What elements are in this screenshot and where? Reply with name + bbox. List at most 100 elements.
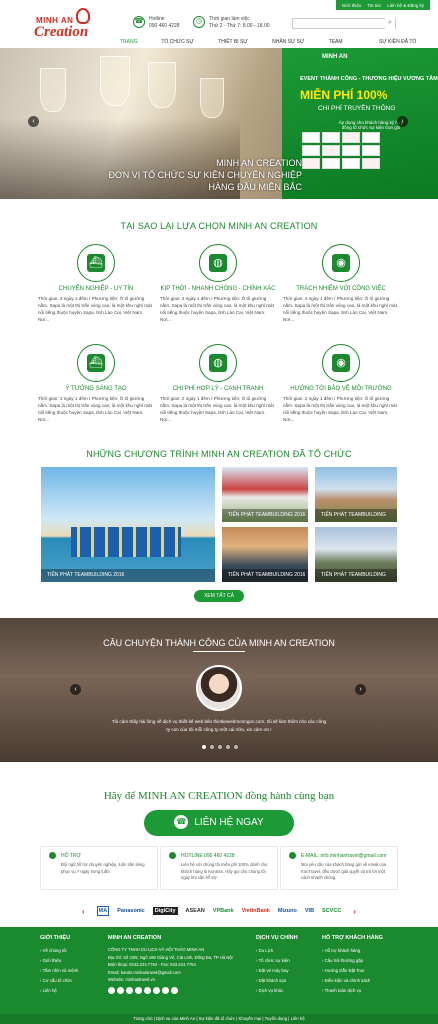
promo-offer: MIỄN PHÍ 100% <box>300 88 388 102</box>
program-label: TIẾN PHÁT TEAMBUILDING 2016 <box>222 509 308 522</box>
feature-desc: Thời gian: 2 ngày 1 đêm / Phương tiện: Ô… <box>283 396 397 422</box>
program-label: TIẾN PHÁT TEAMBUILDING 2016 <box>315 569 397 582</box>
footer-link[interactable]: Về chúng tôi <box>40 946 78 956</box>
company-phone: Điện thoại: 0243.224.7754 - Fax: 043.224… <box>108 962 196 967</box>
planet-icon: ◍ <box>199 244 237 282</box>
footer-link[interactable]: Đặt vé máy bay <box>256 966 298 976</box>
partner-logo: Mizuno <box>277 908 297 914</box>
linkedin-icon[interactable] <box>153 986 160 994</box>
media-logo <box>362 132 380 143</box>
footer-link[interactable]: Câu hỏi thường gặp <box>322 956 383 966</box>
feature-card: ⛴ CHUYÊN NGHIỆP - UY TÍN Thời gian: 2 ng… <box>38 244 154 323</box>
footer-link[interactable]: Cơ cấu tổ chức <box>40 976 78 986</box>
chevron-right-icon[interactable]: › <box>397 116 408 127</box>
footer-heading: HỖ TRỢ KHÁCH HÀNG <box>322 935 383 941</box>
top-link-contact[interactable]: Liên hệ & Đăng ký <box>387 3 424 8</box>
view-all-button[interactable]: XEM TẤT CẢ <box>194 590 244 602</box>
feature-card: ◉ HƯỚNG TỚI BẢO VỆ MÔI TRƯỜNG Thời gian:… <box>283 344 399 423</box>
footer-link[interactable]: Hướng Dẫn Đặt Tour <box>322 966 383 976</box>
chevron-right-icon[interactable]: › <box>353 907 356 916</box>
nav-teambuilding[interactable]: TEAM BUILDING <box>323 36 373 57</box>
chevron-left-icon[interactable]: ‹ <box>82 907 85 916</box>
feature-card: ◉ TRÁCH NHIỆM VỚI CÔNG VIỆC Thời gian: 2… <box>283 244 399 323</box>
support-desc: Liên hệ với chúng tôi miễn phí 100% dành… <box>181 862 268 880</box>
media-logo <box>362 158 380 169</box>
rss-icon[interactable] <box>162 986 169 994</box>
footer-link[interactable]: Hỗ trợ khách hàng <box>322 946 383 956</box>
partner-logo: MA <box>96 906 110 916</box>
hotline-label: Hotline <box>149 16 165 22</box>
program-label: TIẾN PHÁT TEAMBUILDING 2016 <box>41 569 215 582</box>
skype-icon[interactable] <box>171 986 178 994</box>
media-logo <box>362 145 380 156</box>
feature-desc: Thời gian: 2 ngày 1 đêm / Phương tiện: Ô… <box>160 396 274 422</box>
facebook-icon[interactable] <box>108 986 115 994</box>
site-logo[interactable]: MINH AN Creation <box>32 6 112 48</box>
chevron-left-icon[interactable]: ‹ <box>28 116 39 127</box>
slider-dot[interactable] <box>234 745 238 749</box>
nav-home[interactable]: TRANG CHỦ <box>114 36 155 57</box>
footer-link[interactable]: Thanh toán dịch vụ <box>322 986 383 996</box>
top-links: Giới thiệu Tin tức Liên hệ & Đăng ký <box>335 0 430 10</box>
contact-now-button[interactable]: ☎ LIÊN HỆ NGAY <box>144 810 294 836</box>
logo-text-bottom: Creation <box>34 24 89 40</box>
partner-logo: VIB <box>304 908 315 914</box>
program-image[interactable]: TIẾN PHÁT TEAMBUILDING 2016 <box>315 527 397 582</box>
footer-col-company: MINH AN CREATION CÔNG TY TNHH DU LỊCH VÀ… <box>108 935 248 994</box>
footer-link[interactable]: Liên hệ <box>40 986 78 996</box>
footer-bottom-links[interactable]: Trang chủ | Dịch vụ của Minh An | Sự kiệ… <box>0 1014 438 1024</box>
avatar <box>196 665 242 711</box>
feature-card: ⛴ Ý TƯỞNG SÁNG TẠO Thời gian: 2 ngày 1 đ… <box>38 344 154 423</box>
slider-dot[interactable] <box>210 745 214 749</box>
nav-past-events[interactable]: SỰ KIỆN ĐÃ TỔ CHỨC <box>373 36 438 57</box>
youtube-icon[interactable] <box>135 986 142 994</box>
top-link-news[interactable]: Tin tức <box>367 3 381 8</box>
program-image-large[interactable]: TIẾN PHÁT TEAMBUILDING 2016 <box>41 467 215 582</box>
ship-icon: ⛴ <box>77 244 115 282</box>
partner-logo: DigiCity <box>152 907 178 915</box>
search-icon[interactable]: ⌕ <box>385 18 395 29</box>
program-image[interactable]: TIẾN PHÁT TEAMBUILDING 2016 <box>315 467 397 522</box>
footer-link[interactable]: Tổ chức sự kiện <box>256 956 298 966</box>
chevron-right-icon[interactable]: › <box>355 684 366 695</box>
top-link-about[interactable]: Giới thiệu <box>342 3 361 8</box>
partner-logo: VietinBank <box>241 908 270 914</box>
hero-slider: MINH AN EVENT THÀNH CÔNG - THƯƠNG HIỆU V… <box>0 48 438 199</box>
slider-dot[interactable] <box>226 745 230 749</box>
hero-caption-3: HÀNG ĐẦU MIỀN BẮC <box>208 182 302 192</box>
camera-icon: ◉ <box>322 344 360 382</box>
footer-link[interactable]: Tầm nhìn và mệnh <box>40 966 79 976</box>
slider-dot[interactable] <box>202 745 206 749</box>
search-input[interactable]: ⌕ <box>292 18 396 29</box>
google-plus-icon[interactable] <box>126 986 133 994</box>
footer-link[interactable]: Đặt khách sạn <box>256 976 298 986</box>
footer-link[interactable]: Dịch vụ khác <box>256 986 298 996</box>
footer-link[interactable]: Điều kiện và chính sách <box>322 976 383 986</box>
feature-title: TRÁCH NHIỆM VỚI CÔNG VIỆC <box>296 286 386 292</box>
feature-title: Ý TƯỞNG SÁNG TẠO <box>65 386 127 392</box>
partner-logo: VPBank <box>212 908 234 914</box>
partner-logo: Panasonic <box>117 908 145 914</box>
feature-card: ◍ KỊP THỜI - NHANH CHÓNG - CHÍNH XÁC Thờ… <box>160 244 276 323</box>
pinterest-icon[interactable] <box>144 986 151 994</box>
program-image[interactable]: TIẾN PHÁT TEAMBUILDING 2016 <box>222 467 308 522</box>
support-title: E-MAIL: info.minhantravel@gmail.com <box>301 853 387 859</box>
footer-link[interactable]: Giới thiệu <box>40 956 78 966</box>
support-box: HOTLINE 090 460 4228 Liên hệ với chúng t… <box>160 846 278 890</box>
clock-icon: ◷ <box>193 16 205 28</box>
nav-equipment[interactable]: THIẾT BỊ SỰ KIỆN <box>212 36 266 57</box>
why-section: TẠI SAO LẠI LỰA CHỌN MINH AN CREATION ⛴ … <box>0 199 438 422</box>
chevron-left-icon[interactable]: ‹ <box>70 684 81 695</box>
cta-title: Hãy để MINH AN CREATION đồng hành cùng b… <box>103 790 335 802</box>
support-icon <box>49 852 56 859</box>
footer-link[interactable]: Du Lịch <box>256 946 298 956</box>
program-image[interactable]: TIẾN PHÁT TEAMBUILDING 2016 <box>222 527 308 582</box>
promo-headline: EVENT THÀNH CÔNG - THƯƠNG HIỆU VƯƠNG TẦM <box>300 76 438 82</box>
slider-dot[interactable] <box>218 745 222 749</box>
twitter-icon[interactable] <box>117 986 124 994</box>
nav-events[interactable]: TỔ CHỨC SỰ KIỆN <box>155 36 212 57</box>
nav-staff[interactable]: NHÂN SỰ SỰ KIỆN <box>266 36 323 57</box>
company-website: Website: minhantravel.vn <box>108 977 155 982</box>
media-logo <box>322 145 340 156</box>
media-logo <box>302 158 320 169</box>
